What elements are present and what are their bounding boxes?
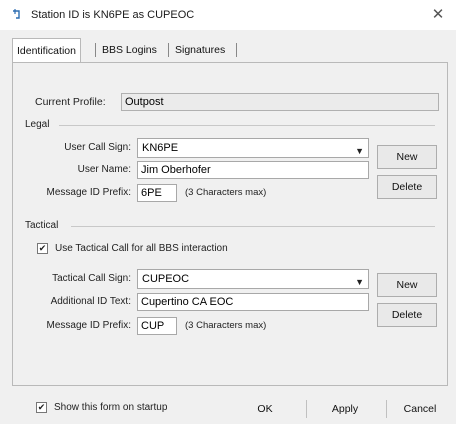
legal-msg-prefix-field[interactable]: 6PE (137, 184, 177, 202)
legal-msg-prefix-label: Message ID Prefix: (46, 187, 131, 198)
chevron-down-icon: ▼ (355, 277, 364, 287)
tab-divider (168, 43, 169, 57)
tactical-call-sign-combo[interactable]: CUPEOC ▼ (137, 269, 369, 289)
apply-button[interactable]: Apply (316, 398, 374, 422)
ok-button[interactable]: OK (238, 398, 292, 422)
tab-divider (95, 43, 96, 57)
tactical-call-sign-label: Tactical Call Sign: (52, 273, 131, 284)
legal-new-button[interactable]: New (377, 145, 437, 169)
user-call-sign-combo[interactable]: KN6PE ▼ (137, 138, 369, 158)
chevron-down-icon: ▼ (355, 146, 364, 156)
additional-id-label: Additional ID Text: (50, 296, 131, 307)
tab-divider (236, 43, 237, 57)
user-call-sign-value: KN6PE (142, 142, 179, 154)
title-bar: Station ID is KN6PE as CUPEOC ✕ (0, 0, 456, 30)
tab-signatures[interactable]: Signatures (171, 38, 229, 62)
tactical-delete-button[interactable]: Delete (377, 303, 437, 327)
window-title: Station ID is KN6PE as CUPEOC (31, 9, 195, 21)
tactical-msg-prefix-field[interactable]: CUP (137, 317, 177, 335)
show-on-startup-label: Show this form on startup (54, 402, 168, 413)
cancel-button[interactable]: Cancel (392, 398, 448, 422)
app-icon (13, 9, 20, 19)
use-tactical-checkbox[interactable]: ✔ (37, 243, 48, 254)
station-id-dialog: Station ID is KN6PE as CUPEOC ✕ Identifi… (0, 0, 456, 424)
tactical-msg-prefix-hint: (3 Characters max) (185, 320, 267, 331)
legal-group-line (59, 125, 435, 126)
legal-group-label: Legal (25, 119, 50, 130)
user-name-field[interactable]: Jim Oberhofer (137, 161, 369, 179)
user-call-sign-label: User Call Sign: (64, 142, 131, 153)
legal-delete-button[interactable]: Delete (377, 175, 437, 199)
tactical-group-line (71, 226, 435, 227)
tactical-group-label: Tactical (25, 220, 59, 231)
tactical-msg-prefix-label: Message ID Prefix: (46, 320, 131, 331)
footer-separator (306, 400, 307, 418)
tactical-new-button[interactable]: New (377, 273, 437, 297)
current-profile-label: Current Profile: (35, 96, 106, 108)
additional-id-field[interactable]: Cupertino CA EOC (137, 293, 369, 311)
tab-bbs-logins[interactable]: BBS Logins (98, 38, 161, 62)
user-name-label: User Name: (77, 164, 131, 175)
footer-bar: ✔ Show this form on startup OK Apply Can… (12, 396, 448, 422)
tab-identification[interactable]: Identification (12, 38, 81, 64)
use-tactical-label: Use Tactical Call for all BBS interactio… (55, 243, 228, 254)
legal-msg-prefix-hint: (3 Characters max) (185, 187, 267, 198)
footer-separator (386, 400, 387, 418)
close-icon[interactable]: ✕ (426, 4, 450, 26)
tactical-call-sign-value: CUPEOC (142, 273, 190, 285)
current-profile-field: Outpost (121, 93, 439, 111)
show-on-startup-checkbox[interactable]: ✔ (36, 402, 47, 413)
identification-panel: Current Profile: Outpost Legal User Call… (12, 62, 448, 386)
